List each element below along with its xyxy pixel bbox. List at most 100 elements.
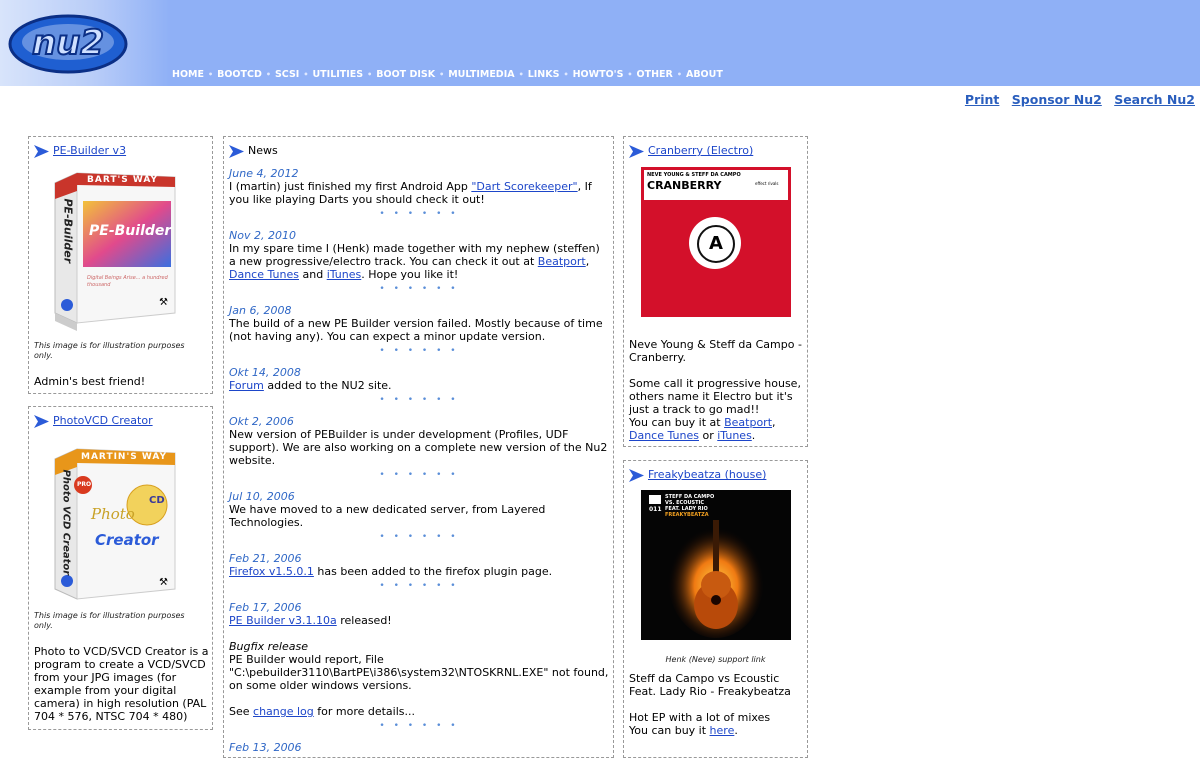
news-item: Okt 14, 2008 Forum added to the NU2 site… [229,366,609,405]
news-date: Nov 2, 2010 [229,229,296,242]
arrow-icon [34,144,49,158]
pvcd-box-photo: Photo [91,505,135,523]
cover-title: CRANBERRY [647,179,722,192]
news-item: Jan 6, 2008 The build of a new PE Builde… [229,304,609,356]
arrow-icon [34,414,49,428]
separator-dots: • • • • • • [379,470,459,480]
pe-box-tagline: Digital Beings Arise... a hundred thousa… [87,275,168,288]
pe-builder-link[interactable]: PE-Builder v3 [53,144,126,157]
news-list: June 4, 2012 I (martin) just finished my… [229,167,609,754]
news-box: News June 4, 2012 I (martin) just finish… [223,136,614,758]
cover-label: effect rivals [755,181,779,186]
news-item: Nov 2, 2010 In my spare time I (Henk) ma… [229,229,609,294]
separator-dots: • • • • • • [379,284,459,294]
pvcd-box-cd: CD [149,495,165,506]
header-bar: nu2 HOME • BOOTCD • SCSI • UTILITIES • BOOT DISK… [0,0,1200,86]
tools-links: Print Sponsor Nu2 Search Nu2 [957,92,1195,107]
nav-separator: • [676,70,682,79]
change-log-link[interactable]: change log [253,705,314,718]
tools-icon: ⚒ [159,577,168,588]
nav-separator: • [627,70,633,79]
freakybeatza-link[interactable]: Freakybeatza (house) [648,468,766,481]
main-nav: HOME • BOOTCD • SCSI • UTILITIES • BOOT DISK • MUL… [172,69,723,80]
news-item: June 4, 2012 I (martin) just finished my… [229,167,609,219]
cover-artists: NEVE YOUNG & STEFF DA CAMPO [647,172,741,178]
news-date: Okt 14, 2008 [229,366,301,379]
forum-link[interactable]: Forum [229,379,264,392]
dance-tunes-link[interactable]: Dance Tunes [629,429,699,442]
news-date: June 4, 2012 [229,167,299,180]
itunes-link[interactable]: iTunes [327,268,362,281]
nav-separator: • [367,70,373,79]
pe-box-side: PE-Builder [61,198,75,264]
nav-item-home[interactable]: HOME [172,69,204,80]
cranberry-text: Neve Young & Steff da Campo - Cranberry.… [629,338,802,442]
cover-badge [649,495,661,504]
cranberry-title: Cranberry (Electro) [629,143,807,159]
print-link[interactable]: Print [965,92,1000,107]
cover-num: 011 [649,506,662,513]
pvcd-box-side: Photo VCD Creator [60,469,72,576]
separator-dots: • • • • • • [379,209,459,219]
pe-builder-title: PE-Builder v3 [34,143,212,159]
dance-tunes-link[interactable]: Dance Tunes [229,268,299,281]
pe-builder-release-link[interactable]: PE Builder v3.1.10a [229,614,337,627]
news-item: Feb 17, 2006 PE Builder v3.1.10a release… [229,601,609,731]
photovcd-link[interactable]: PhotoVCD Creator [53,414,153,427]
photovcd-note: This image is for illustration purposes … [34,611,185,630]
search-link[interactable]: Search Nu2 [1114,92,1195,107]
cranberry-cover[interactable]: NEVE YOUNG & STEFF DA CAMPO CRANBERRY ef… [641,167,791,317]
pe-builder-desc: Admin's best friend! [34,375,146,388]
arrow-icon [229,144,244,158]
news-item: Okt 2, 2006 New version of PEBuilder is … [229,415,608,480]
nav-separator: • [303,70,309,79]
dart-scorekeeper-link[interactable]: "Dart Scorekeeper" [471,180,577,193]
nav-separator: • [439,70,445,79]
pe-builder-product-box[interactable]: BART'S WAY PE-Builder PE-Builder Digital… [51,163,181,333]
pvcd-box-creator: Creator [95,531,159,549]
photovcd-desc: Photo to VCD/SVCD Creator is a program t… [34,645,209,723]
separator-dots: • • • • • • [379,721,459,731]
arrow-icon [629,468,644,482]
nav-item-bootcd[interactable]: BOOTCD [217,69,262,80]
freakybeatza-cover[interactable]: 011 STEFF DA CAMPO VS. ECOUSTIC FEAT. LA… [641,490,791,640]
cranberry-box: Cranberry (Electro) NEVE YOUNG & STEFF D… [623,136,808,447]
news-date: Feb 21, 2006 [229,552,302,565]
nav-item-other[interactable]: OTHER [637,69,673,80]
cranberry-link[interactable]: Cranberry (Electro) [648,144,753,157]
freakybeatza-box: Freakybeatza (house) 011 STEFF DA CAMPO … [623,460,808,758]
pvcd-box-pro: PRO [77,481,92,488]
nav-item-boot-disk[interactable]: BOOT DISK [376,69,435,80]
beatport-link[interactable]: Beatport [538,255,586,268]
nav-item-utilities[interactable]: UTILITIES [312,69,363,80]
news-date: Feb 17, 2006 [229,601,302,614]
nav-item-multimedia[interactable]: MULTIMEDIA [448,69,514,80]
pvcd-box-brand: MARTIN'S WAY [81,452,167,462]
news-date: Jan 6, 2008 [229,304,292,317]
bugfix-label: Bugfix release [229,640,308,653]
svg-text:nu2: nu2 [32,23,104,63]
nu2-logo[interactable]: nu2 [6,6,131,83]
beatport-link[interactable]: Beatport [724,416,772,429]
nav-item-about[interactable]: ABOUT [686,69,723,80]
arrow-icon [629,144,644,158]
nav-separator: • [265,70,271,79]
separator-dots: • • • • • • [379,346,459,356]
firefox-link[interactable]: Firefox v1.5.0.1 [229,565,314,578]
photovcd-product-box[interactable]: MARTIN'S WAY Photo VCD Creator PRO Photo… [51,439,181,609]
news-date: Feb 13, 2006 [229,741,302,754]
nav-separator: • [563,70,569,79]
cover-line4: FREAKYBEATZA [665,512,709,518]
news-date: Okt 2, 2006 [229,415,294,428]
photovcd-title: PhotoVCD Creator [34,413,212,429]
nav-separator: • [518,70,524,79]
itunes-link[interactable]: iTunes [717,429,752,442]
nav-item-howto-s[interactable]: HOWTO'S [573,69,624,80]
support-link-note: Henk (Neve) support link [665,655,766,664]
nav-item-scsi[interactable]: SCSI [275,69,299,80]
separator-dots: • • • • • • [379,532,459,542]
pe-builder-box: PE-Builder v3 BART'S WAY PE-Builder PE-B… [28,136,213,394]
sponsor-link[interactable]: Sponsor Nu2 [1012,92,1102,107]
nav-item-links[interactable]: LINKS [528,69,560,80]
here-link[interactable]: here [710,724,735,737]
